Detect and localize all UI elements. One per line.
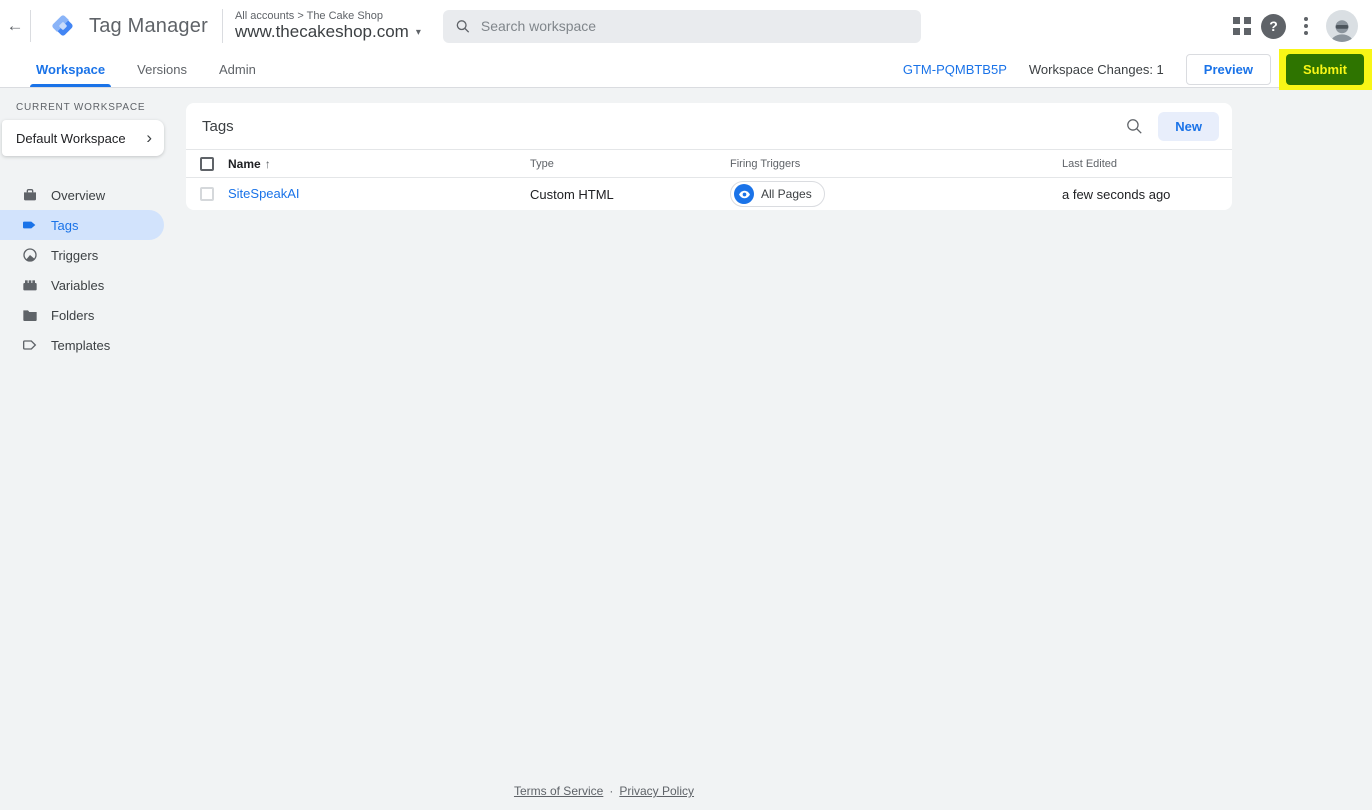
tag-manager-logo-icon <box>52 15 73 36</box>
sidebar-item-overview[interactable]: Overview <box>0 180 164 210</box>
tag-manager-logo: Tag Manager <box>49 12 208 40</box>
column-header-type[interactable]: Type <box>530 158 730 170</box>
column-header-firing-triggers[interactable]: Firing Triggers <box>730 158 1062 170</box>
page-footer: Terms of Service · Privacy Policy <box>0 784 1208 798</box>
search-icon <box>1127 118 1142 134</box>
account-breadcrumb-block: All accounts > The Cake Shop www.thecake… <box>235 10 421 42</box>
workspace-changes-count: Workspace Changes: 1 <box>1028 62 1164 77</box>
tab-admin[interactable]: Admin <box>203 52 272 87</box>
chevron-right-icon: › <box>146 128 152 147</box>
sidebar-item-folders[interactable]: Folders <box>0 300 164 330</box>
toolbar-actions: GTM-PQMBTB5P Workspace Changes: 1 Previe… <box>903 49 1372 90</box>
more-options-icon[interactable] <box>1296 14 1316 39</box>
table-header-row: Name ↑ Type Firing Triggers Last Edited <box>186 149 1232 178</box>
sidebar-item-label: Variables <box>51 277 105 293</box>
sidebar-item-label: Tags <box>51 217 79 233</box>
container-id-link[interactable]: GTM-PQMBTB5P <box>903 62 1007 77</box>
workspace-selector-card[interactable]: Default Workspace › <box>2 120 164 156</box>
divider <box>30 10 31 42</box>
template-icon <box>23 340 37 350</box>
sort-ascending-icon: ↑ <box>264 156 271 171</box>
tag-name-link[interactable]: SiteSpeakAI <box>228 186 300 201</box>
footer-separator: · <box>609 784 614 798</box>
new-tag-button[interactable]: New <box>1158 111 1219 141</box>
terms-of-service-link[interactable]: Terms of Service <box>514 784 603 798</box>
sidebar-nav: Overview Tags Triggers Variables Folders… <box>0 180 164 360</box>
divider <box>221 9 223 43</box>
column-header-name[interactable]: Name ↑ <box>228 157 530 171</box>
tag-icon <box>23 221 36 229</box>
privacy-policy-link[interactable]: Privacy Policy <box>619 784 694 798</box>
preview-button[interactable]: Preview <box>1185 54 1271 85</box>
topbar-actions: ? <box>1233 10 1372 42</box>
sidebar-item-label: Triggers <box>51 247 99 263</box>
container-name: www.thecakeshop.com <box>234 22 409 41</box>
tags-panel-header: Tags New <box>186 103 1232 149</box>
table-row[interactable]: SiteSpeakAI Custom HTML All Pages a few … <box>186 178 1232 210</box>
column-header-last-edited[interactable]: Last Edited <box>1062 158 1232 170</box>
help-icon[interactable]: ? <box>1261 13 1286 39</box>
select-all-checkbox[interactable] <box>200 156 214 171</box>
apps-grid-icon[interactable] <box>1233 17 1251 35</box>
chevron-down-icon: ▾ <box>415 26 421 38</box>
container-selector[interactable]: www.thecakeshop.com ▾ <box>235 22 421 42</box>
top-app-bar: ← Tag Manager All accounts > The Cake Sh… <box>0 0 1372 52</box>
tag-type-cell: Custom HTML <box>530 186 614 202</box>
trigger-icon <box>23 248 37 262</box>
workspace-search[interactable] <box>442 9 921 43</box>
person-icon <box>1330 20 1354 42</box>
back-button[interactable]: ← <box>0 0 30 52</box>
main-area: Tags New Name ↑ Type Firing Triggers Las… <box>164 88 1372 810</box>
firing-trigger-label: All Pages <box>761 187 812 201</box>
search-input[interactable] <box>480 18 909 34</box>
sidebar-item-triggers[interactable]: Triggers <box>0 240 164 270</box>
submit-highlight-box: Submit <box>1278 49 1372 90</box>
sidebar-item-variables[interactable]: Variables <box>0 270 164 300</box>
overview-icon <box>24 189 36 201</box>
workspace-name: Default Workspace <box>16 130 126 146</box>
page-title: Tags <box>202 117 234 135</box>
sidebar-item-label: Overview <box>51 187 106 203</box>
submit-button[interactable]: Submit <box>1285 54 1364 85</box>
current-workspace-label: CURRENT WORKSPACE <box>16 102 146 113</box>
workspace-tab-bar: Workspace Versions Admin GTM-PQMBTB5P Wo… <box>0 49 1372 90</box>
eye-icon <box>734 184 754 204</box>
user-avatar[interactable] <box>1326 10 1358 42</box>
search-icon <box>456 19 470 33</box>
sidebar: CURRENT WORKSPACE Default Workspace › Ov… <box>0 88 164 810</box>
folder-icon <box>23 310 37 321</box>
sidebar-item-label: Templates <box>51 337 111 353</box>
content-area: CURRENT WORKSPACE Default Workspace › Ov… <box>0 88 1372 810</box>
tab-workspace[interactable]: Workspace <box>20 52 121 87</box>
tabs: Workspace Versions Admin <box>0 52 272 87</box>
row-checkbox[interactable] <box>200 187 214 201</box>
last-edited-cell: a few seconds ago <box>1062 186 1171 202</box>
table-search-button[interactable] <box>1125 117 1144 136</box>
sidebar-item-templates[interactable]: Templates <box>0 330 164 360</box>
firing-trigger-chip[interactable]: All Pages <box>730 181 825 207</box>
variables-icon <box>23 280 37 291</box>
sidebar-item-label: Folders <box>51 307 95 323</box>
gtm-app: ← Tag Manager All accounts > The Cake Sh… <box>0 0 1372 810</box>
app-name: Tag Manager <box>89 14 208 37</box>
sidebar-item-tags[interactable]: Tags <box>0 210 164 240</box>
tab-versions[interactable]: Versions <box>121 52 203 87</box>
breadcrumb[interactable]: All accounts > The Cake Shop <box>235 10 421 22</box>
tags-panel: Tags New Name ↑ Type Firing Triggers Las… <box>186 103 1232 210</box>
